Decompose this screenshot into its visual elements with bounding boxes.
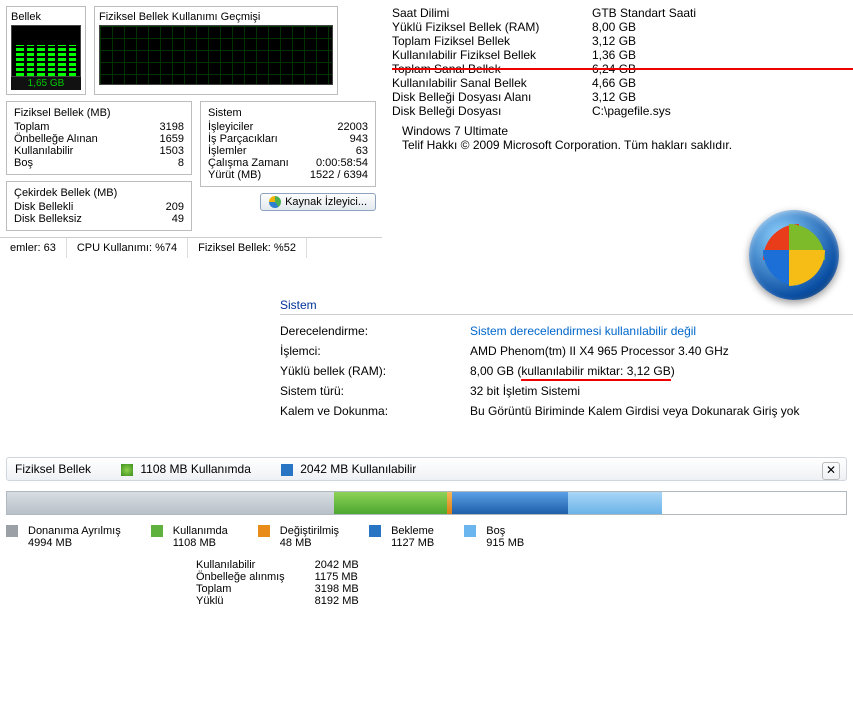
status-cpu: CPU Kullanımı: %74 — [67, 238, 188, 258]
windows-version: Windows 7 Ultimate — [402, 124, 833, 138]
used-icon — [121, 464, 133, 476]
perfmon-icon — [269, 196, 281, 208]
total-physical-memory-row: Toplam Fiziksel Bellek3,12 GB — [392, 34, 843, 48]
modified-icon — [258, 525, 270, 537]
memory-history-title: Fiziksel Bellek Kullanımı Geçmişi — [99, 11, 333, 23]
close-icon[interactable]: ✕ — [822, 462, 840, 480]
memory-header-bar[interactable]: Fiziksel Bellek 1108 MB Kullanımda 2042 … — [6, 457, 847, 481]
installed-ram-value: 8,00 GB (kullanılabilir miktar: 3,12 GB) — [470, 364, 675, 378]
memory-gauge-title: Bellek — [11, 11, 81, 23]
memory-gauge-value: 1,65 GB — [11, 77, 81, 90]
resource-monitor-memory: Fiziksel Bellek 1108 MB Kullanımda 2042 … — [0, 451, 853, 613]
kernel-memory-box: Çekirdek Bellek (MB) Disk Bellekli209 Di… — [6, 181, 192, 231]
copyright: Telif Hakkı © 2009 Microsoft Corporation… — [402, 138, 833, 152]
memory-gauge — [11, 25, 81, 77]
windows-orb-icon — [749, 210, 839, 300]
hardware-reserved-icon — [6, 525, 18, 537]
physical-memory-header: Fiziksel Bellek — [15, 462, 91, 476]
standby-icon — [369, 525, 381, 537]
memory-bar — [6, 491, 847, 515]
system-info-table: Saat DilimiGTB Standart Saati Yüklü Fizi… — [382, 0, 853, 164]
system-properties-header: Sistem — [280, 298, 853, 315]
memory-history-panel: Fiziksel Bellek Kullanımı Geçmişi — [94, 6, 338, 95]
system-box-title: Sistem — [208, 107, 368, 121]
in-use-icon — [151, 525, 163, 537]
system-properties: Sistem Derecelendirme:Sistem derecelendi… — [280, 298, 853, 421]
available-icon — [281, 464, 293, 476]
system-box: Sistem İşleyiciler22003 İş Parçacıkları9… — [200, 101, 376, 187]
memory-history-graph — [99, 25, 333, 85]
physical-memory-title: Fiziksel Bellek (MB) — [14, 107, 184, 121]
resource-monitor-button[interactable]: Kaynak İzleyici... — [260, 193, 376, 211]
physical-memory-box: Fiziksel Bellek (MB) Toplam3198 Önbelleğ… — [6, 101, 192, 175]
memory-gauge-panel: Bellek 1,65 GB — [6, 6, 86, 95]
status-bar: emler: 63 CPU Kullanımı: %74 Fiziksel Be… — [0, 237, 382, 258]
status-processes: emler: 63 — [0, 238, 67, 258]
kernel-memory-title: Çekirdek Bellek (MB) — [14, 187, 184, 201]
rating-link[interactable]: Sistem derecelendirmesi kullanılabilir d… — [470, 324, 696, 338]
free-icon — [464, 525, 476, 537]
status-memory: Fiziksel Bellek: %52 — [188, 238, 307, 258]
